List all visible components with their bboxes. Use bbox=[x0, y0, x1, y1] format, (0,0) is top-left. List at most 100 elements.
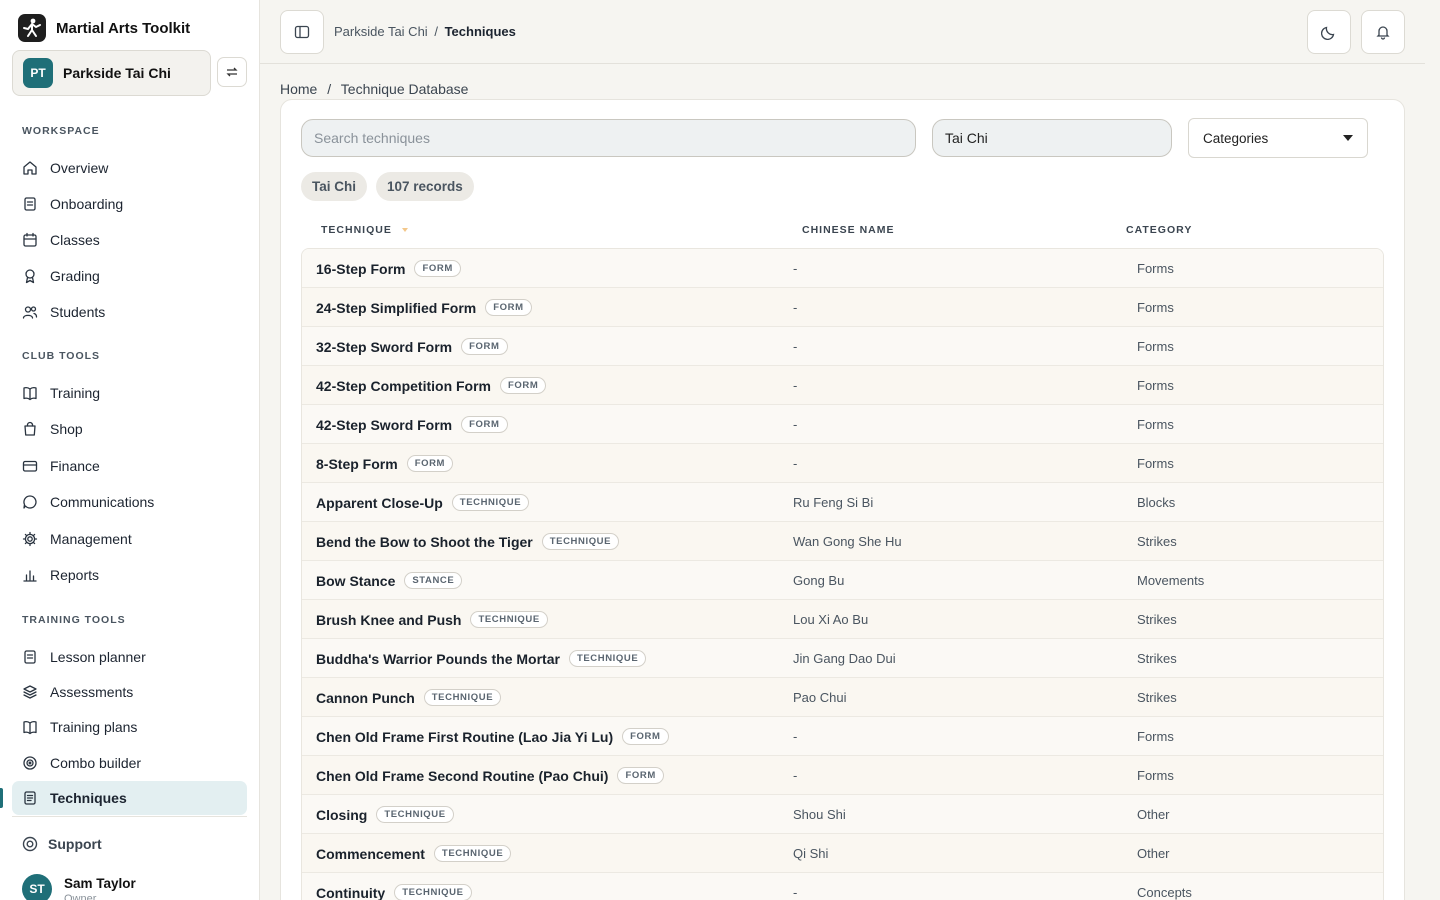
user-profile[interactable]: ST Sam Taylor Owner bbox=[22, 874, 136, 900]
table-row[interactable]: Cannon Punch TECHNIQUE Pao Chui Strikes bbox=[302, 678, 1383, 717]
table-row[interactable]: 8-Step Form FORM - Forms bbox=[302, 444, 1383, 483]
category-cell: Strikes bbox=[1137, 534, 1177, 549]
sidebar-item-onboarding[interactable]: Onboarding bbox=[12, 187, 247, 221]
technique-name[interactable]: Bend the Bow to Shoot the Tiger bbox=[316, 534, 533, 550]
sidebar: Martial Arts Toolkit PT Parkside Tai Chi… bbox=[0, 0, 260, 900]
table-row[interactable]: Bow Stance STANCE Gong Bu Movements bbox=[302, 561, 1383, 600]
technique-cell: Chen Old Frame Second Routine (Pao Chui)… bbox=[316, 756, 664, 795]
column-header-category[interactable]: CATEGORY bbox=[1126, 224, 1192, 236]
sidebar-item-combo-builder[interactable]: Combo builder bbox=[12, 746, 247, 780]
table-row[interactable]: Continuity TECHNIQUE - Concepts bbox=[302, 873, 1383, 900]
chinese-name-cell: - bbox=[793, 417, 798, 432]
sidebar-item-communications[interactable]: Communications bbox=[12, 485, 247, 519]
sidebar-item-lesson-planner[interactable]: Lesson planner bbox=[12, 640, 247, 674]
chinese-name-cell: - bbox=[793, 729, 798, 744]
switch-club-button[interactable] bbox=[217, 57, 247, 87]
scrollbar[interactable] bbox=[1425, 0, 1440, 900]
chinese-name-cell: Shou Shi bbox=[793, 807, 846, 822]
table-row[interactable]: 24-Step Simplified Form FORM - Forms bbox=[302, 288, 1383, 327]
style-filter-chip[interactable]: Tai Chi bbox=[301, 172, 368, 201]
technique-name[interactable]: Buddha's Warrior Pounds the Mortar bbox=[316, 651, 560, 667]
sidebar-item-label: Techniques bbox=[50, 789, 127, 806]
type-badge: TECHNIQUE bbox=[568, 650, 647, 667]
table-row[interactable]: Buddha's Warrior Pounds the Mortar TECHNI… bbox=[302, 639, 1383, 678]
technique-name[interactable]: 42-Step Sword Form bbox=[316, 417, 452, 433]
support-link[interactable]: Support bbox=[22, 836, 102, 852]
technique-name[interactable]: Chen Old Frame First Routine (Lao Jia Yi… bbox=[316, 729, 613, 745]
table-row[interactable]: 42-Step Competition Form FORM - Forms bbox=[302, 366, 1383, 405]
sidebar-item-label: Onboarding bbox=[50, 196, 124, 212]
sidebar-item-reports[interactable]: Reports bbox=[12, 558, 247, 592]
target-icon bbox=[23, 755, 37, 770]
clipboard-icon bbox=[24, 650, 36, 664]
breadcrumb-home[interactable]: Home bbox=[280, 81, 317, 97]
main-content: Parkside Tai Chi / Techniques Home / Tec… bbox=[260, 0, 1440, 900]
theme-toggle-button[interactable] bbox=[1307, 10, 1351, 54]
sidebar-item-finance[interactable]: Finance bbox=[12, 449, 247, 483]
sidebar-item-label: Training bbox=[50, 385, 101, 401]
table-row[interactable]: Commencement TECHNIQUE Qi Shi Other bbox=[302, 834, 1383, 873]
technique-name[interactable]: Apparent Close-Up bbox=[316, 495, 443, 511]
sidebar-item-label: Lesson planner bbox=[50, 649, 146, 665]
user-name: Sam Taylor bbox=[64, 876, 136, 891]
style-filter-input[interactable] bbox=[932, 119, 1172, 157]
sidebar-item-students[interactable]: Students bbox=[12, 295, 247, 329]
technique-cell: Brush Knee and Push TECHNIQUE bbox=[316, 600, 548, 639]
category-cell: Forms bbox=[1137, 378, 1174, 393]
bell-icon bbox=[1376, 26, 1390, 40]
technique-name[interactable]: 16-Step Form bbox=[316, 261, 405, 277]
technique-name[interactable]: 32-Step Sword Form bbox=[316, 339, 452, 355]
technique-cell: 32-Step Sword Form FORM bbox=[316, 327, 508, 366]
technique-name[interactable]: 24-Step Simplified Form bbox=[316, 300, 476, 316]
technique-name[interactable]: Brush Knee and Push bbox=[316, 612, 461, 628]
technique-name[interactable]: Continuity bbox=[316, 885, 385, 900]
brand[interactable]: Martial Arts Toolkit bbox=[18, 14, 190, 42]
table-row[interactable]: Apparent Close-Up TECHNIQUE Ru Feng Si Bi B… bbox=[302, 483, 1383, 522]
toggle-sidebar-button[interactable] bbox=[280, 10, 324, 54]
category-cell: Forms bbox=[1137, 339, 1174, 354]
sidebar-item-grading[interactable]: Grading bbox=[12, 259, 247, 293]
notifications-button[interactable] bbox=[1361, 10, 1405, 54]
technique-name[interactable]: Bow Stance bbox=[316, 573, 395, 589]
table-row[interactable]: 32-Step Sword Form FORM - Forms bbox=[302, 327, 1383, 366]
technique-name[interactable]: Commencement bbox=[316, 846, 425, 862]
section-title-workspace: WORKSPACE bbox=[22, 125, 100, 137]
table-row[interactable]: Chen Old Frame First Routine (Lao Jia Yi… bbox=[302, 717, 1383, 756]
sidebar-item-shop[interactable]: Shop bbox=[12, 412, 247, 446]
technique-name[interactable]: 42-Step Competition Form bbox=[316, 378, 491, 394]
column-header-chinese-name[interactable]: CHINESE NAME bbox=[802, 224, 895, 236]
technique-cell: Cannon Punch TECHNIQUE bbox=[316, 678, 502, 717]
table-row[interactable]: Closing TECHNIQUE Shou Shi Other bbox=[302, 795, 1383, 834]
table-row[interactable]: Brush Knee and Push TECHNIQUE Lou Xi Ao Bu… bbox=[302, 600, 1383, 639]
book-icon bbox=[23, 387, 37, 401]
breadcrumb: Home / Technique Database bbox=[280, 81, 468, 97]
club-switcher[interactable]: PT Parkside Tai Chi bbox=[12, 50, 211, 96]
table-row[interactable]: Chen Old Frame Second Routine (Pao Chui)… bbox=[302, 756, 1383, 795]
column-header-technique[interactable]: TECHNIQUE bbox=[321, 224, 408, 236]
table-row[interactable]: 16-Step Form FORM - Forms bbox=[302, 249, 1383, 288]
search-input[interactable] bbox=[301, 119, 916, 157]
breadcrumb-current: Technique Database bbox=[340, 81, 469, 97]
technique-name[interactable]: Cannon Punch bbox=[316, 690, 415, 706]
sidebar-item-assessments[interactable]: Assessments bbox=[12, 675, 247, 709]
technique-cell: 16-Step Form FORM bbox=[316, 249, 461, 288]
sidebar-item-training-plans[interactable]: Training plans bbox=[12, 710, 247, 744]
sidebar-item-training[interactable]: Training bbox=[12, 376, 247, 410]
type-badge: TECHNIQUE bbox=[394, 884, 472, 900]
technique-name[interactable]: 8-Step Form bbox=[316, 456, 398, 472]
sidebar-item-overview[interactable]: Overview bbox=[12, 151, 247, 185]
technique-name[interactable]: Chen Old Frame Second Routine (Pao Chui) bbox=[316, 768, 608, 784]
category-cell: Movements bbox=[1137, 573, 1205, 588]
table-row[interactable]: Bend the Bow to Shoot the Tiger TECHNIQUE… bbox=[302, 522, 1383, 561]
category-cell: Other bbox=[1137, 807, 1170, 822]
technique-name[interactable]: Closing bbox=[316, 807, 367, 823]
table-row[interactable]: 42-Step Sword Form FORM - Forms bbox=[302, 405, 1383, 444]
sidebar-item-management[interactable]: Management bbox=[12, 522, 247, 556]
sidebar-item-classes[interactable]: Classes bbox=[12, 223, 247, 257]
top-breadcrumb-parent[interactable]: Parkside Tai Chi bbox=[334, 24, 428, 39]
categories-select[interactable]: Categories bbox=[1188, 118, 1368, 158]
sort-indicator-icon bbox=[401, 228, 408, 233]
type-badge: TECHNIQUE bbox=[433, 845, 512, 862]
sidebar-item-techniques[interactable]: Techniques bbox=[12, 780, 247, 815]
technique-cell: Apparent Close-Up TECHNIQUE bbox=[316, 483, 530, 522]
